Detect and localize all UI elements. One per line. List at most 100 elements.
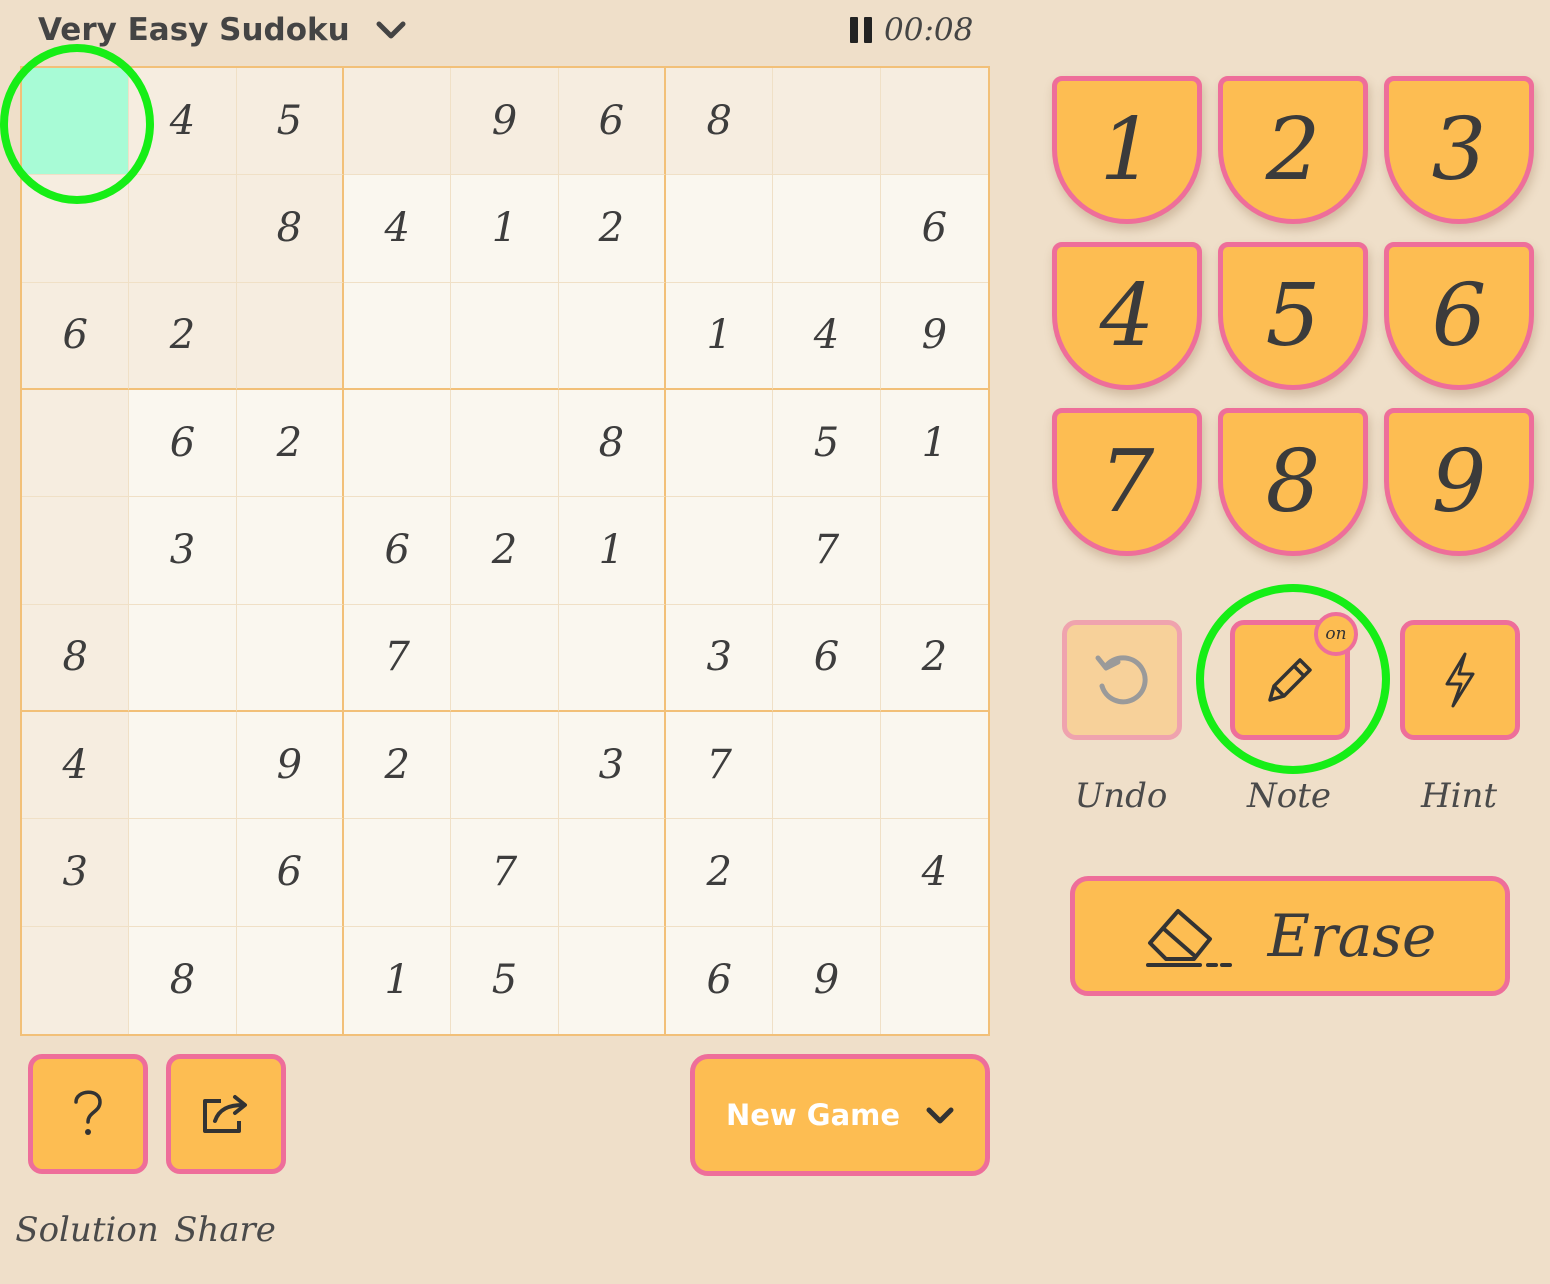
new-game-button[interactable]: New Game	[690, 1054, 990, 1176]
cell-r4-c7[interactable]	[666, 390, 774, 498]
cell-r3-c3[interactable]	[236, 282, 344, 390]
cell-r5-c4[interactable]: 6	[344, 497, 452, 605]
number-button-9[interactable]: 9	[1384, 408, 1534, 556]
cell-r6-c5[interactable]	[451, 604, 559, 712]
cell-r4-c8[interactable]: 5	[773, 390, 881, 498]
cell-r8-c7[interactable]: 2	[666, 819, 774, 927]
cell-r3-c1[interactable]: 6	[22, 282, 130, 390]
cell-r3-c6[interactable]	[558, 282, 666, 390]
number-button-8[interactable]: 8	[1218, 408, 1368, 556]
hint-button[interactable]	[1400, 620, 1520, 740]
cell-r7-c3[interactable]: 9	[236, 712, 344, 820]
cell-r6-c4[interactable]: 7	[344, 604, 452, 712]
number-button-4[interactable]: 4	[1052, 242, 1202, 390]
cell-r9-c3[interactable]	[237, 926, 344, 1034]
cell-r9-c6[interactable]	[559, 926, 666, 1034]
cell-r7-c7[interactable]: 7	[666, 712, 774, 820]
number-button-2[interactable]: 2	[1218, 76, 1368, 224]
cell-r9-c7[interactable]: 6	[666, 926, 774, 1034]
cell-r5-c9[interactable]	[880, 497, 988, 605]
cell-r5-c6[interactable]: 1	[558, 497, 666, 605]
cell-r2-c5[interactable]: 1	[451, 175, 559, 283]
cell-r9-c2[interactable]: 8	[129, 926, 237, 1034]
undo-icon	[1095, 655, 1148, 705]
cell-r3-c2[interactable]: 2	[129, 282, 237, 390]
cell-r9-c9[interactable]	[881, 927, 988, 1034]
cell-r3-c7[interactable]: 1	[666, 282, 774, 390]
cell-r1-c3[interactable]: 5	[236, 68, 344, 176]
cell-r6-c2[interactable]	[129, 604, 237, 712]
cell-r6-c8[interactable]: 6	[773, 604, 881, 712]
cell-r3-c5[interactable]	[451, 282, 559, 390]
cell-r2-c8[interactable]	[773, 175, 881, 283]
number-button-5[interactable]: 5	[1218, 242, 1368, 390]
erase-button[interactable]: Erase	[1070, 876, 1510, 996]
cell-r4-c1[interactable]	[22, 390, 130, 498]
cell-r9-c5[interactable]: 5	[451, 926, 559, 1034]
cell-r2-c2[interactable]	[129, 175, 237, 283]
cell-r8-c4[interactable]	[344, 819, 452, 927]
cell-r1-c1[interactable]	[22, 68, 130, 176]
cell-r1-c7[interactable]: 8	[666, 68, 774, 176]
game-title-dropdown[interactable]: Very Easy Sudoku	[38, 8, 406, 52]
cell-r4-c5[interactable]	[451, 390, 559, 498]
cell-r4-c9[interactable]: 1	[880, 390, 988, 498]
cell-r8-c2[interactable]	[129, 819, 237, 927]
cell-r1-c2[interactable]: 4	[129, 68, 237, 176]
cell-r5-c5[interactable]: 2	[451, 497, 559, 605]
cell-r1-c4[interactable]	[344, 68, 452, 176]
cell-r3-c4[interactable]	[344, 282, 452, 390]
cell-r2-c1[interactable]	[22, 175, 130, 283]
cell-r9-c8[interactable]: 9	[773, 926, 881, 1034]
number-button-3[interactable]: 3	[1384, 76, 1534, 224]
cell-r9-c4[interactable]: 1	[344, 926, 452, 1034]
cell-r3-c8[interactable]: 4	[773, 282, 881, 390]
sudoku-grid: 4596884126621496285136217873624923736724…	[20, 66, 990, 1036]
cell-r5-c8[interactable]: 7	[773, 497, 881, 605]
cell-r7-c5[interactable]	[451, 712, 559, 820]
cell-r6-c6[interactable]	[558, 604, 666, 712]
cell-r7-c6[interactable]: 3	[558, 712, 666, 820]
cell-r2-c7[interactable]	[666, 175, 774, 283]
number-button-6[interactable]: 6	[1384, 242, 1534, 390]
cell-r7-c9[interactable]	[880, 712, 988, 820]
cell-r8-c1[interactable]: 3	[22, 819, 130, 927]
cell-r1-c9[interactable]	[880, 68, 988, 176]
cell-r6-c3[interactable]	[236, 604, 344, 712]
cell-r1-c5[interactable]: 9	[451, 68, 559, 176]
cell-r4-c6[interactable]: 8	[558, 390, 666, 498]
cell-r1-c6[interactable]: 6	[558, 68, 666, 176]
cell-r6-c7[interactable]: 3	[666, 604, 774, 712]
cell-r5-c3[interactable]	[236, 497, 344, 605]
cell-r4-c3[interactable]: 2	[236, 390, 344, 498]
cell-r4-c2[interactable]: 6	[129, 390, 237, 498]
undo-button[interactable]	[1062, 620, 1182, 740]
solution-button[interactable]	[28, 1054, 148, 1174]
cell-r2-c4[interactable]: 4	[344, 175, 452, 283]
cell-r4-c4[interactable]	[344, 390, 452, 498]
cell-r5-c2[interactable]: 3	[129, 497, 237, 605]
cell-r5-c1[interactable]	[22, 497, 130, 605]
cell-r6-c1[interactable]: 8	[22, 604, 130, 712]
cell-r1-c8[interactable]	[773, 68, 881, 176]
cell-r8-c8[interactable]	[773, 819, 881, 927]
pause-icon[interactable]	[850, 17, 872, 43]
cell-r5-c7[interactable]	[666, 497, 774, 605]
cell-r3-c9[interactable]: 9	[880, 283, 988, 390]
number-button-1[interactable]: 1	[1052, 76, 1202, 224]
cell-r7-c2[interactable]	[129, 712, 237, 820]
cell-r2-c9[interactable]: 6	[880, 175, 988, 283]
cell-r8-c9[interactable]: 4	[880, 819, 988, 927]
cell-r2-c3[interactable]: 8	[236, 175, 344, 283]
number-button-7[interactable]: 7	[1052, 408, 1202, 556]
share-button[interactable]	[166, 1054, 286, 1174]
cell-r8-c3[interactable]: 6	[236, 819, 344, 927]
cell-r2-c6[interactable]: 2	[558, 175, 666, 283]
cell-r9-c1[interactable]	[22, 926, 130, 1034]
cell-r7-c8[interactable]	[773, 712, 881, 820]
cell-r8-c5[interactable]: 7	[451, 819, 559, 927]
cell-r7-c1[interactable]: 4	[22, 712, 130, 820]
cell-r6-c9[interactable]: 2	[880, 605, 988, 712]
cell-r8-c6[interactable]	[558, 819, 666, 927]
cell-r7-c4[interactable]: 2	[344, 712, 452, 820]
